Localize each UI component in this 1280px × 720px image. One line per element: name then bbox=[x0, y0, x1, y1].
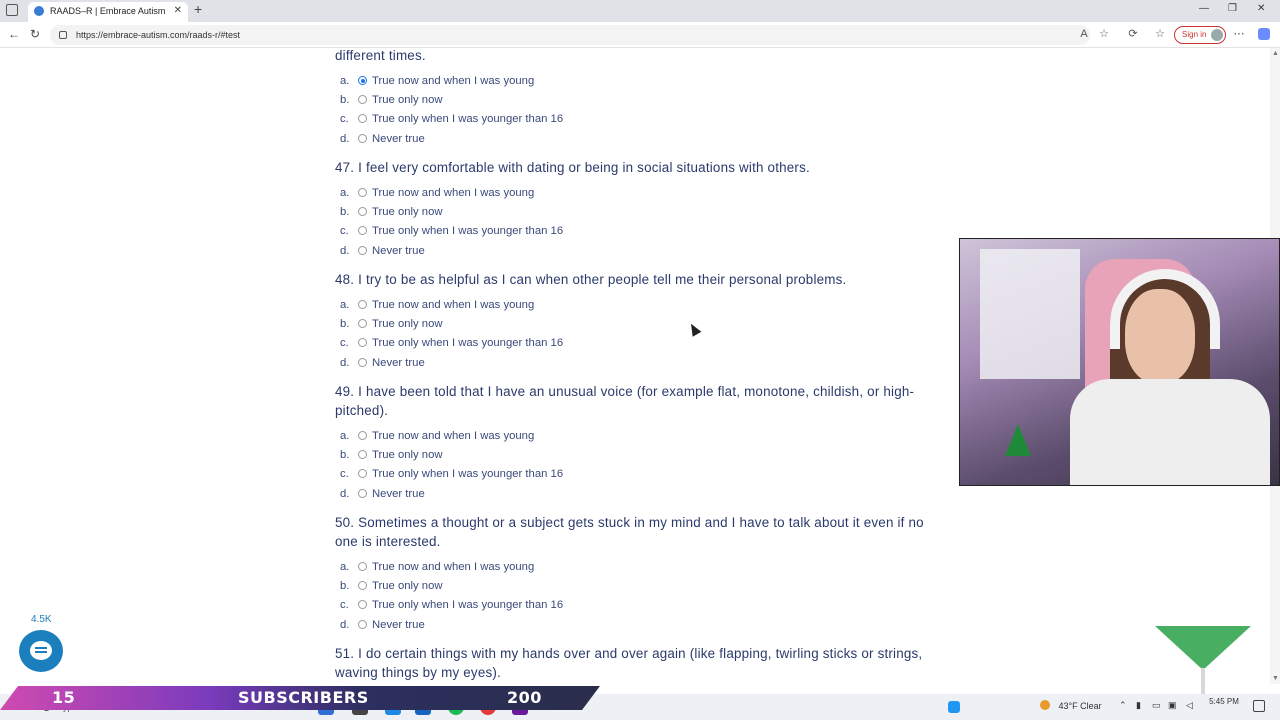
radio-icon[interactable] bbox=[358, 338, 367, 347]
url-text: https://embrace-autism.com/raads-r/#test bbox=[76, 30, 241, 40]
tab-raads-r[interactable]: RAADS–R | Embrace Autism ✕ bbox=[28, 2, 188, 22]
volume-icon[interactable]: ◁ bbox=[1186, 700, 1193, 711]
tray-chevron-icon[interactable]: ⌃ bbox=[1119, 700, 1127, 711]
q48-option-a[interactable]: a. True now and when I was young bbox=[340, 298, 534, 312]
radio-icon[interactable] bbox=[358, 358, 367, 367]
window-close-button[interactable]: ✕ bbox=[1257, 3, 1265, 14]
q46-option-b[interactable]: b. True only now bbox=[340, 93, 443, 107]
favorite-star-icon[interactable]: ☆ bbox=[1098, 28, 1110, 40]
q46-option-a[interactable]: a. True now and when I was young bbox=[340, 74, 534, 88]
question-46-tail: different times. bbox=[335, 48, 426, 63]
radio-icon[interactable] bbox=[358, 620, 367, 629]
christmas-tree-decoration bbox=[1005, 424, 1031, 456]
radio-icon[interactable] bbox=[358, 469, 367, 478]
radio-icon[interactable] bbox=[358, 600, 367, 609]
question-49: 49. I have been told that I have an unus… bbox=[335, 384, 915, 418]
subscriber-label: SUBSCRIBERS bbox=[238, 688, 369, 707]
tab-title: RAADS–R | Embrace Autism bbox=[50, 6, 166, 16]
q47-option-b[interactable]: b. True only now bbox=[340, 205, 443, 219]
weather-text: 43°F Clear bbox=[1058, 701, 1102, 711]
chat-count: 4.5K bbox=[31, 614, 52, 625]
q49-option-c[interactable]: c. True only when I was younger than 16 bbox=[340, 467, 563, 481]
browser-tab-bar: RAADS–R | Embrace Autism ✕ + — ❐ ✕ bbox=[0, 0, 1280, 22]
radio-selected-icon[interactable] bbox=[358, 76, 367, 85]
read-aloud-icon[interactable]: A bbox=[1078, 28, 1090, 40]
q49-option-a[interactable]: a. True now and when I was young bbox=[340, 429, 534, 443]
tab-close-icon[interactable]: ✕ bbox=[174, 2, 182, 20]
microphone-icon[interactable]: ▮ bbox=[1136, 700, 1141, 711]
display-icon[interactable]: ▭ bbox=[1152, 700, 1161, 711]
copilot-icon[interactable] bbox=[1258, 28, 1270, 40]
radio-icon[interactable] bbox=[358, 450, 367, 459]
chat-button[interactable] bbox=[19, 630, 63, 672]
q49-option-d[interactable]: d. Never true bbox=[340, 487, 425, 501]
taskbar-clock[interactable]: 5:45 PM bbox=[1204, 697, 1244, 707]
sign-in-label: Sign in bbox=[1182, 30, 1207, 39]
tab-actions-icon[interactable] bbox=[6, 4, 18, 16]
subscriber-count: 15 bbox=[52, 688, 76, 707]
streamer-shirt bbox=[1070, 379, 1270, 485]
q48-option-b[interactable]: b. True only now bbox=[340, 317, 443, 331]
radio-icon[interactable] bbox=[358, 134, 367, 143]
radio-icon[interactable] bbox=[358, 188, 367, 197]
minimize-button[interactable]: — bbox=[1199, 3, 1209, 14]
sign-in-button[interactable]: Sign in bbox=[1174, 26, 1226, 44]
refresh-button[interactable]: ↻ bbox=[30, 27, 40, 41]
whiteboard bbox=[980, 249, 1080, 379]
scroll-up-icon[interactable]: ▲ bbox=[1272, 50, 1279, 57]
q46-option-d[interactable]: d. Never true bbox=[340, 132, 425, 146]
q50-option-b[interactable]: b. True only now bbox=[340, 579, 443, 593]
q48-option-d[interactable]: d. Never true bbox=[340, 356, 425, 370]
address-bar[interactable]: https://embrace-autism.com/raads-r/#test bbox=[50, 25, 1090, 45]
q47-option-d[interactable]: d. Never true bbox=[340, 244, 425, 258]
radio-icon[interactable] bbox=[358, 431, 367, 440]
q49-option-b[interactable]: b. True only now bbox=[340, 448, 443, 462]
subscriber-goal: 200 bbox=[507, 688, 542, 707]
radio-icon[interactable] bbox=[358, 226, 367, 235]
q50-option-c[interactable]: c. True only when I was younger than 16 bbox=[340, 598, 563, 612]
scroll-down-icon[interactable]: ▼ bbox=[1272, 675, 1279, 682]
question-48: 48. I try to be as helpful as I can when… bbox=[335, 272, 847, 287]
q47-option-a[interactable]: a. True now and when I was young bbox=[340, 186, 534, 200]
back-button[interactable]: ← bbox=[8, 27, 20, 41]
radio-icon[interactable] bbox=[358, 489, 367, 498]
address-toolbar: ← ↻ https://embrace-autism.com/raads-r/#… bbox=[0, 22, 1280, 48]
weather-widget[interactable]: 43°F Clear bbox=[1040, 700, 1102, 711]
radio-icon[interactable] bbox=[358, 562, 367, 571]
extensions-icon[interactable]: ⟳ bbox=[1127, 28, 1139, 40]
question-51: 51. I do certain things with my hands ov… bbox=[335, 646, 923, 680]
q50-option-a[interactable]: a. True now and when I was young bbox=[340, 560, 534, 574]
lock-icon bbox=[59, 31, 67, 39]
notifications-icon[interactable] bbox=[1253, 700, 1265, 712]
radio-icon[interactable] bbox=[358, 300, 367, 309]
taskbar-app-icon[interactable] bbox=[948, 701, 960, 713]
restore-button[interactable]: ❐ bbox=[1228, 3, 1237, 14]
q47-option-c[interactable]: c. True only when I was younger than 16 bbox=[340, 224, 563, 238]
question-47: 47. I feel very comfortable with dating … bbox=[335, 160, 810, 175]
webcam-overlay bbox=[959, 238, 1280, 486]
radio-icon[interactable] bbox=[358, 207, 367, 216]
more-menu-icon[interactable]: ⋯ bbox=[1233, 28, 1245, 40]
radio-icon[interactable] bbox=[358, 95, 367, 104]
q50-option-d[interactable]: d. Never true bbox=[340, 618, 425, 632]
q48-option-c[interactable]: c. True only when I was younger than 16 bbox=[340, 336, 563, 350]
radio-icon[interactable] bbox=[358, 319, 367, 328]
radio-icon[interactable] bbox=[358, 114, 367, 123]
network-icon[interactable]: ▣ bbox=[1168, 700, 1177, 711]
new-tab-button[interactable]: + bbox=[194, 1, 202, 17]
site-favicon-icon bbox=[34, 6, 44, 16]
avatar-icon bbox=[1211, 29, 1223, 41]
favorites-icon[interactable]: ☆ bbox=[1154, 28, 1166, 40]
screen: RAADS–R | Embrace Autism ✕ + — ❐ ✕ ← ↻ h… bbox=[0, 0, 1280, 720]
radio-icon[interactable] bbox=[358, 246, 367, 255]
radio-icon[interactable] bbox=[358, 581, 367, 590]
moon-icon bbox=[1040, 700, 1050, 710]
q46-option-c[interactable]: c. True only when I was younger than 16 bbox=[340, 112, 563, 126]
question-50: 50. Sometimes a thought or a subject get… bbox=[335, 515, 924, 549]
